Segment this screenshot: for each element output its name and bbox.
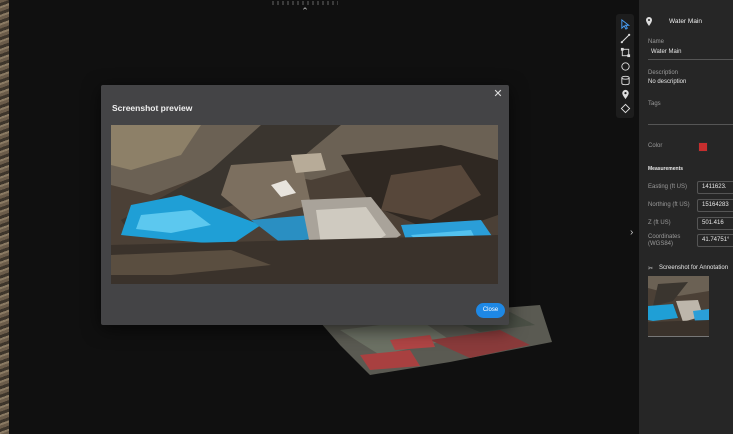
annotation-title: Water Main bbox=[669, 18, 702, 25]
volume-icon[interactable] bbox=[616, 73, 634, 87]
polygon-icon[interactable] bbox=[616, 59, 634, 73]
annotation-panel: Water Main Name Water Main Description N… bbox=[639, 0, 733, 434]
location-pin-icon bbox=[646, 17, 652, 26]
select-icon[interactable] bbox=[616, 17, 634, 31]
tags-underline bbox=[648, 124, 733, 125]
description-field[interactable]: No description bbox=[648, 79, 686, 85]
color-swatch[interactable] bbox=[698, 142, 708, 152]
screenshot-heading: Screenshot for Annotation bbox=[659, 265, 729, 271]
coordinates-field[interactable]: 41.74751° bbox=[697, 234, 733, 247]
color-label: Color bbox=[648, 143, 663, 149]
coordinates-label-line2: (WGS84) bbox=[648, 241, 674, 247]
panel-header: Water Main bbox=[639, 10, 733, 30]
dialog-title: Screenshot preview bbox=[112, 103, 193, 113]
northing-label: Northing (ft US) bbox=[648, 202, 690, 208]
name-underline bbox=[648, 59, 733, 60]
measurements-heading: Measurements bbox=[648, 166, 684, 172]
easting-field[interactable]: 1411623. bbox=[697, 181, 733, 194]
name-field[interactable]: Water Main bbox=[651, 49, 681, 55]
name-label: Name bbox=[648, 39, 665, 45]
screenshot-preview-dialog: Screenshot preview ✕ Close bbox=[101, 85, 509, 325]
tags-label: Tags bbox=[648, 101, 661, 107]
measure-line-icon[interactable] bbox=[616, 31, 634, 45]
point-icon[interactable] bbox=[616, 101, 634, 115]
screenshot-preview-image bbox=[111, 125, 498, 284]
top-handle-bar bbox=[272, 1, 338, 5]
description-label: Description bbox=[648, 70, 679, 76]
screenshot-icon: ✂ bbox=[648, 266, 654, 272]
viewport-background-edge bbox=[0, 0, 9, 434]
easting-label: Easting (ft US) bbox=[648, 184, 688, 190]
close-icon[interactable]: ✕ bbox=[492, 88, 504, 100]
area-icon[interactable] bbox=[616, 45, 634, 59]
northing-field[interactable]: 15164283 bbox=[697, 199, 733, 212]
tools-toolbar bbox=[616, 14, 634, 118]
close-button[interactable]: Close bbox=[476, 303, 505, 318]
chevron-up-icon[interactable]: ⌃ bbox=[299, 6, 311, 16]
z-field[interactable]: 501.416 bbox=[697, 217, 733, 230]
chevron-right-icon[interactable]: › bbox=[630, 227, 633, 238]
thumbnail-divider bbox=[648, 336, 709, 337]
z-label: Z (ft US) bbox=[648, 220, 671, 226]
3d-viewport[interactable]: ⌃ › Screenshot preview ✕ Close bbox=[0, 0, 639, 434]
coordinates-label-line1: Coordinates bbox=[648, 234, 681, 240]
location-pin-icon[interactable] bbox=[616, 87, 634, 101]
screenshot-thumbnail[interactable] bbox=[648, 276, 709, 336]
